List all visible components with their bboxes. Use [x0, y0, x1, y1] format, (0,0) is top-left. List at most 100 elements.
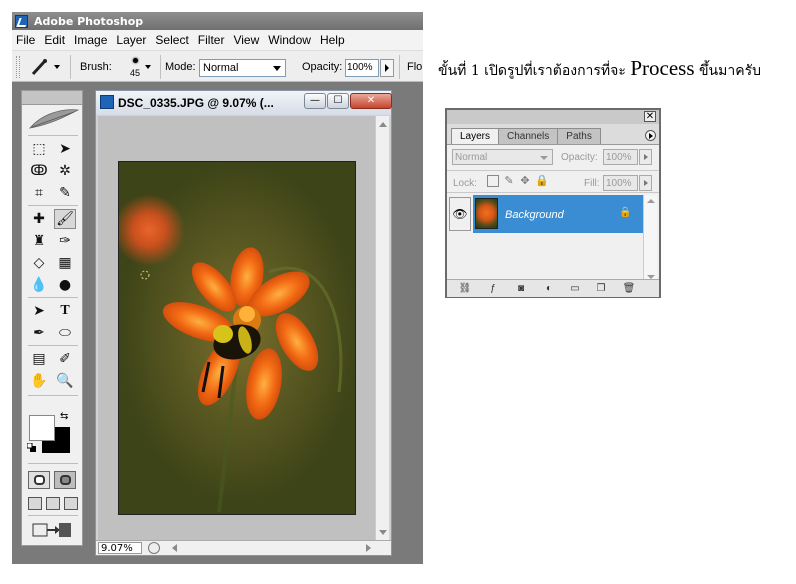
- standard-screen-mode-button[interactable]: [28, 497, 42, 510]
- link-layers-icon[interactable]: ⛓: [457, 282, 473, 295]
- lock-position-icon[interactable]: ✥: [519, 175, 531, 187]
- toolbox-separator: [28, 463, 78, 464]
- tab-paths[interactable]: Paths: [557, 128, 601, 144]
- slice-tool-icon[interactable]: ✎: [54, 183, 76, 203]
- toolbox-header[interactable]: [22, 91, 82, 105]
- brush-size: 45: [129, 68, 140, 78]
- full-screen-menu-mode-button[interactable]: [46, 497, 60, 510]
- maximize-button[interactable]: ☐: [327, 93, 349, 109]
- status-info-icon[interactable]: [148, 542, 160, 554]
- menu-select[interactable]: Select: [155, 33, 188, 47]
- close-icon[interactable]: ✕: [644, 111, 656, 122]
- tab-channels[interactable]: Channels: [498, 128, 559, 144]
- menu-help[interactable]: Help: [320, 33, 345, 47]
- jump-to-imageready-icon[interactable]: [32, 521, 72, 539]
- lock-icon: 🔒: [619, 207, 632, 218]
- menu-edit[interactable]: Edit: [44, 33, 65, 47]
- eyedropper-tool-icon[interactable]: ✐: [54, 349, 76, 369]
- layer-style-icon[interactable]: ƒ: [485, 282, 501, 295]
- foreground-color-swatch[interactable]: [29, 415, 55, 441]
- quick-mask-button[interactable]: [54, 471, 76, 489]
- bee-on-orange-flower-image: [140, 247, 343, 513]
- menu-view[interactable]: View: [233, 33, 259, 47]
- toolbox: ⬚ ➤ ↂ ✲ ⌗ ✎ ✚ 🖌 ♜ ✑ ◇ ▦ 💧 ● ➤ T ✒ ⬭ ▤ ✐ …: [21, 90, 83, 546]
- marquee-tool-icon[interactable]: ⬚: [28, 139, 50, 159]
- clone-stamp-tool-icon[interactable]: ♜: [28, 231, 50, 251]
- scroll-up-icon[interactable]: [379, 122, 387, 127]
- shape-tool-icon[interactable]: ⬭: [54, 323, 76, 343]
- layer-opacity-slider-button[interactable]: [639, 149, 652, 165]
- type-tool-icon[interactable]: T: [54, 301, 76, 321]
- eye-visibility-icon[interactable]: 👁: [449, 197, 471, 231]
- menu-layer[interactable]: Layer: [116, 33, 146, 47]
- adjustment-layer-icon[interactable]: ◐: [541, 282, 557, 295]
- dodge-tool-icon[interactable]: ●: [54, 275, 76, 295]
- move-tool-icon[interactable]: ➤: [54, 139, 76, 159]
- zoom-level-field[interactable]: 9.07%: [98, 542, 142, 554]
- brush-tool-icon: [31, 59, 47, 76]
- eraser-tool-icon[interactable]: ◇: [28, 253, 50, 273]
- lock-pixels-icon[interactable]: ✎: [503, 175, 515, 187]
- healing-brush-tool-icon[interactable]: ✚: [28, 209, 50, 229]
- scroll-down-icon[interactable]: [379, 530, 387, 535]
- scroll-left-icon[interactable]: [172, 544, 177, 552]
- chevron-down-icon: [540, 156, 548, 160]
- history-brush-tool-icon[interactable]: ✑: [54, 231, 76, 251]
- feather-logo-icon[interactable]: [26, 106, 80, 132]
- panel-menu-icon[interactable]: [645, 130, 656, 141]
- scroll-right-icon[interactable]: [366, 544, 371, 552]
- zoom-tool-icon[interactable]: 🔍: [54, 371, 76, 391]
- lasso-tool-icon[interactable]: ↂ: [28, 161, 50, 181]
- layers-panel-header[interactable]: [447, 110, 659, 124]
- menu-file[interactable]: File: [16, 33, 35, 47]
- opacity-input[interactable]: 100%: [345, 59, 379, 77]
- full-screen-mode-button[interactable]: [64, 497, 78, 510]
- document-vertical-scrollbar[interactable]: [375, 116, 389, 541]
- photo-canvas[interactable]: [118, 161, 356, 515]
- tab-layers[interactable]: Layers: [451, 128, 500, 144]
- standard-mode-button[interactable]: [28, 471, 50, 489]
- new-group-icon[interactable]: ▭: [567, 282, 583, 295]
- lock-all-icon[interactable]: 🔒: [535, 175, 549, 187]
- crop-tool-icon[interactable]: ⌗: [28, 183, 50, 203]
- menu-filter[interactable]: Filter: [198, 33, 225, 47]
- blend-mode-select[interactable]: Normal: [452, 149, 553, 165]
- swap-colors-icon[interactable]: ⇆: [60, 411, 68, 422]
- mode-select[interactable]: Normal: [199, 59, 286, 77]
- menu-image[interactable]: Image: [74, 33, 107, 47]
- lock-transparency-icon[interactable]: [487, 175, 499, 187]
- hand-tool-icon[interactable]: ✋: [28, 371, 50, 391]
- scroll-up-icon[interactable]: [647, 199, 655, 203]
- magic-wand-tool-icon[interactable]: ✲: [54, 161, 76, 181]
- brush-label: Brush:: [80, 61, 112, 73]
- options-grip[interactable]: [16, 56, 20, 78]
- path-selection-tool-icon[interactable]: ➤: [28, 301, 50, 321]
- blur-tool-icon[interactable]: 💧: [28, 275, 50, 295]
- tool-preset-arrow-icon[interactable]: [54, 65, 60, 69]
- opacity-slider-button[interactable]: [380, 59, 394, 77]
- brush-picker-arrow-icon[interactable]: [145, 65, 151, 69]
- app-title: Adobe Photoshop: [34, 14, 144, 28]
- selected-layer[interactable]: Background 🔒: [473, 195, 643, 233]
- default-colors-icon[interactable]: [27, 443, 36, 452]
- notes-tool-icon[interactable]: ▤: [28, 349, 50, 369]
- new-layer-icon[interactable]: ❐: [593, 282, 609, 295]
- pen-tool-icon[interactable]: ✒: [28, 323, 50, 343]
- layer-row-background[interactable]: 👁 Background 🔒: [447, 195, 643, 233]
- gradient-tool-icon[interactable]: ▦: [54, 253, 76, 273]
- lock-row: Lock: ✎ ✥ 🔒 Fill: 100%: [447, 170, 659, 193]
- app-titlebar: Adobe Photoshop: [12, 12, 423, 30]
- brush-tool-icon[interactable]: 🖌: [54, 209, 76, 229]
- tool-preset-picker[interactable]: [30, 57, 50, 77]
- minimize-button[interactable]: —: [304, 93, 326, 109]
- delete-layer-icon[interactable]: 🗑: [621, 282, 637, 295]
- close-button[interactable]: ✕: [350, 93, 392, 109]
- canvas-area[interactable]: [98, 116, 375, 541]
- layer-opacity-input[interactable]: 100%: [603, 149, 638, 165]
- layers-vertical-scrollbar[interactable]: [643, 195, 657, 283]
- add-mask-icon[interactable]: ◙: [513, 282, 529, 295]
- mode-value: Normal: [203, 62, 239, 74]
- fill-slider-button[interactable]: [639, 175, 652, 191]
- menu-window[interactable]: Window: [268, 33, 311, 47]
- fill-input[interactable]: 100%: [603, 175, 638, 191]
